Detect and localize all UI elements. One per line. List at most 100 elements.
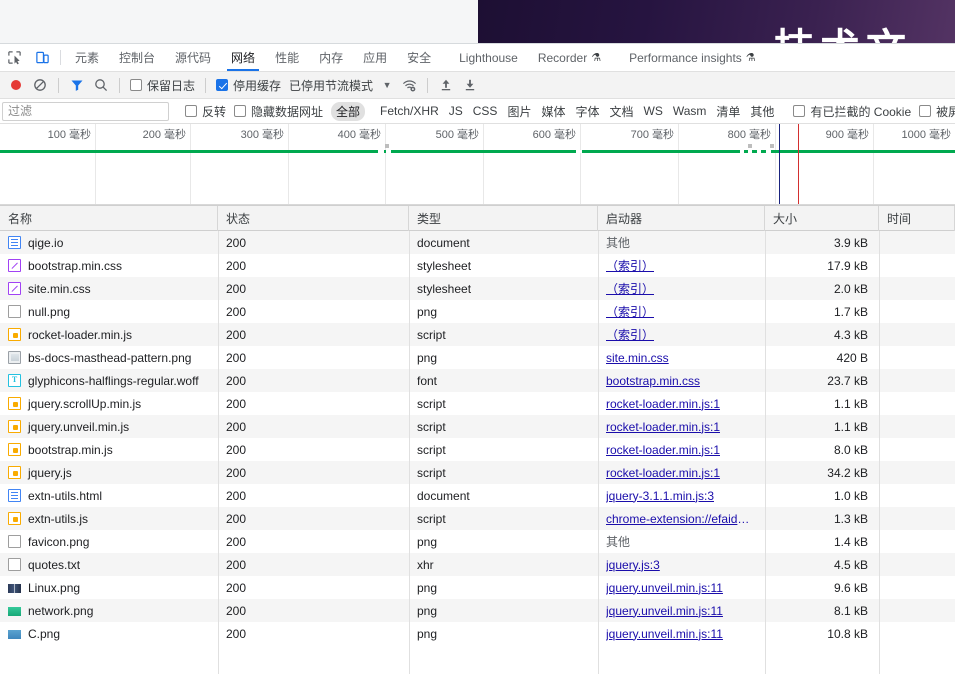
column-rule[interactable] xyxy=(879,231,880,674)
network-conditions-icon[interactable] xyxy=(397,74,421,96)
initiator-link[interactable]: site.min.css xyxy=(606,351,669,365)
import-har-icon[interactable] xyxy=(434,74,458,96)
filter-type-wasm[interactable]: Wasm xyxy=(668,103,712,119)
table-row[interactable]: jquery.scrollUp.min.js 200 script rocket-lo… xyxy=(0,392,955,415)
tab-sources[interactable]: 源代码 xyxy=(165,44,221,71)
filter-type-js[interactable]: JS xyxy=(444,103,468,119)
filter-toggle-button[interactable] xyxy=(65,74,89,96)
tab-memory[interactable]: 内存 xyxy=(309,44,353,71)
disable-cache-checkbox[interactable]: 停用缓存 xyxy=(212,77,285,94)
network-overview-timeline[interactable]: 100 毫秒 200 毫秒 300 毫秒 400 毫秒 500 毫秒 600 毫秒 700 … xyxy=(0,124,955,206)
table-row[interactable]: network.png 200 png jquery.unveil.min.js:11… xyxy=(0,599,955,622)
filter-type-img[interactable]: 图片 xyxy=(502,102,536,121)
chevron-down-icon[interactable]: ▼ xyxy=(377,74,397,96)
column-rule[interactable] xyxy=(218,231,219,674)
column-rule[interactable] xyxy=(409,231,410,674)
column-header-status[interactable]: 状态 xyxy=(218,206,409,231)
initiator-link[interactable]: jquery.unveil.min.js:11 xyxy=(606,627,723,641)
cell-size: 1.7 kB xyxy=(833,304,868,319)
cell-name: rocket-loader.min.js xyxy=(0,323,218,346)
initiator-link[interactable]: jquery-3.1.1.min.js:3 xyxy=(606,489,714,503)
tab-console[interactable]: 控制台 xyxy=(109,44,165,71)
column-rule[interactable] xyxy=(765,231,766,674)
throttling-select[interactable]: 已停用节流模式 xyxy=(285,77,377,94)
table-row[interactable]: quotes.txt 200 xhr jquery.js:3 4.5 kB xyxy=(0,553,955,576)
preserve-log-checkbox[interactable]: 保留日志 xyxy=(126,77,199,94)
table-row[interactable]: C.png 200 png jquery.unveil.min.js:11 10.8 k… xyxy=(0,622,955,645)
filter-type-font[interactable]: 字体 xyxy=(570,102,604,121)
table-row[interactable]: jquery.unveil.min.js 200 script rocket-load… xyxy=(0,415,955,438)
filter-type-all[interactable]: 全部 xyxy=(331,101,366,121)
initiator-link[interactable]: bootstrap.min.css xyxy=(606,374,700,388)
tab-security[interactable]: 安全 xyxy=(397,44,441,71)
search-icon[interactable] xyxy=(89,74,113,96)
table-row[interactable]: extn-utils.js 200 script chrome-extension:/… xyxy=(0,507,955,530)
clear-button[interactable] xyxy=(28,74,52,96)
filter-type-fetch-xhr[interactable]: Fetch/XHR xyxy=(375,103,444,119)
initiator-link[interactable]: jquery.unveil.min.js:11 xyxy=(606,581,723,595)
initiator-link[interactable]: chrome-extension://efaidn… xyxy=(606,512,756,526)
export-har-icon[interactable] xyxy=(458,74,482,96)
toolbar-separator xyxy=(119,77,120,93)
blocked-requests-checkbox[interactable]: 被屏蔽的 xyxy=(915,103,955,120)
filter-type-css[interactable]: CSS xyxy=(468,103,503,119)
initiator-link[interactable]: rocket-loader.min.js:1 xyxy=(606,420,720,434)
invert-filter-checkbox[interactable]: 反转 xyxy=(181,103,230,120)
checkbox-box xyxy=(216,79,229,91)
table-row[interactable]: bs-docs-masthead-pattern.png 200 png site.m… xyxy=(0,346,955,369)
column-header-time[interactable]: 时间 xyxy=(879,206,955,231)
cell-type: png xyxy=(417,580,438,595)
initiator-link[interactable]: （索引） xyxy=(606,303,654,320)
filter-input[interactable] xyxy=(2,101,169,121)
column-header-size[interactable]: 大小 xyxy=(765,206,879,231)
cell-size: 420 B xyxy=(836,350,868,365)
tab-application[interactable]: 应用 xyxy=(353,44,397,71)
initiator-link[interactable]: jquery.unveil.min.js:11 xyxy=(606,604,723,618)
initiator-link[interactable]: rocket-loader.min.js:1 xyxy=(606,466,720,480)
tab-label: Recorder xyxy=(537,50,588,65)
column-header-type[interactable]: 类型 xyxy=(409,206,598,231)
filter-type-other[interactable]: 其他 xyxy=(745,102,779,121)
record-button[interactable] xyxy=(4,74,28,96)
tab-network[interactable]: 网络 xyxy=(221,44,265,71)
initiator-link[interactable]: rocket-loader.min.js:1 xyxy=(606,443,720,457)
script-icon xyxy=(8,512,21,525)
cell-initiator: 其他 xyxy=(598,530,765,553)
table-row[interactable]: extn-utils.html 200 document jquery-3.1.1.m… xyxy=(0,484,955,507)
hide-data-urls-checkbox[interactable]: 隐藏数据网址 xyxy=(230,103,327,120)
tab-label: 内存 xyxy=(319,51,344,65)
table-row[interactable]: null.png 200 png （索引） 1.7 kB xyxy=(0,300,955,323)
filter-type-media[interactable]: 媒体 xyxy=(536,102,570,121)
filter-type-manifest[interactable]: 清单 xyxy=(711,102,745,121)
table-row[interactable]: bootstrap.min.css 200 stylesheet （索引） 17.9 k… xyxy=(0,254,955,277)
device-toolbar-icon[interactable] xyxy=(28,44,56,71)
inspect-element-icon[interactable] xyxy=(0,44,28,71)
timeline-divider xyxy=(190,124,191,205)
cell-type: xhr xyxy=(417,557,434,572)
initiator-link[interactable]: （索引） xyxy=(606,257,654,274)
filter-type-ws[interactable]: WS xyxy=(639,103,668,119)
table-row[interactable]: jquery.js 200 script rocket-loader.min.js:1… xyxy=(0,461,955,484)
column-rule[interactable] xyxy=(598,231,599,674)
initiator-link[interactable]: jquery.js:3 xyxy=(606,558,660,572)
table-row[interactable]: qige.io 200 document 其他 3.9 kB xyxy=(0,231,955,254)
tab-recorder[interactable]: Recorder ⚗ xyxy=(528,44,611,71)
tab-elements[interactable]: 元素 xyxy=(65,44,109,71)
initiator-link[interactable]: rocket-loader.min.js:1 xyxy=(606,397,720,411)
table-row[interactable]: bootstrap.min.js 200 script rocket-loader.m… xyxy=(0,438,955,461)
tab-performance-insights[interactable]: Performance insights ⚗ xyxy=(619,44,766,71)
tab-performance[interactable]: 性能 xyxy=(265,44,309,71)
column-header-name[interactable]: 名称 xyxy=(0,206,218,231)
column-header-initiator[interactable]: 启动器 xyxy=(598,206,765,231)
cell-size: 8.0 kB xyxy=(833,442,868,457)
table-row[interactable]: site.min.css 200 stylesheet （索引） 2.0 kB xyxy=(0,277,955,300)
table-row[interactable]: rocket-loader.min.js 200 script （索引） 4.3 kB xyxy=(0,323,955,346)
tab-lighthouse[interactable]: Lighthouse xyxy=(449,44,528,71)
blocked-cookies-checkbox[interactable]: 有已拦截的 Cookie xyxy=(789,103,915,120)
initiator-link[interactable]: （索引） xyxy=(606,280,654,297)
table-row[interactable]: favicon.png 200 png 其他 1.4 kB xyxy=(0,530,955,553)
table-row[interactable]: glyphicons-halflings-regular.woff 200 font… xyxy=(0,369,955,392)
initiator-link[interactable]: （索引） xyxy=(606,326,654,343)
filter-type-doc[interactable]: 文档 xyxy=(604,102,638,121)
table-row[interactable]: Linux.png 200 png jquery.unveil.min.js:11 9.… xyxy=(0,576,955,599)
